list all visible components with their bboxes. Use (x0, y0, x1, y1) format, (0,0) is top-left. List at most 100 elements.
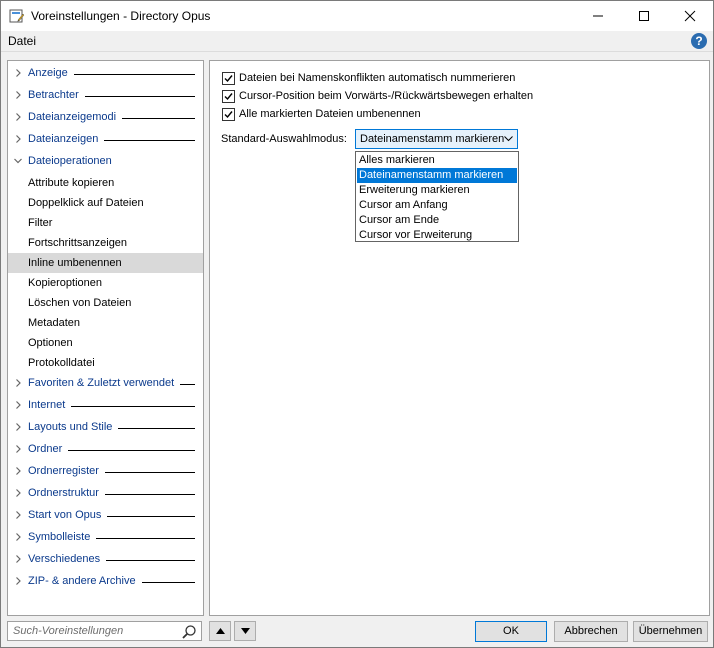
tree-category-label: Start von Opus (28, 509, 108, 521)
checkbox-box[interactable] (222, 71, 235, 85)
tree-item-label: Kopieroptionen (28, 277, 103, 289)
search-icon[interactable] (181, 624, 197, 640)
menu-file[interactable]: Datei (8, 34, 36, 48)
tree-category[interactable]: Betrachter (8, 85, 203, 105)
tree-category[interactable]: Favoriten & Zuletzt verwendet (8, 373, 203, 393)
tree-category[interactable]: Ordnerstruktur (8, 483, 203, 503)
chevron-right-icon[interactable] (14, 576, 22, 586)
tree-item-label: Protokolldatei (28, 357, 95, 369)
chevron-down-icon (504, 136, 513, 142)
move-down-button[interactable] (234, 621, 256, 641)
tree-category-label: Internet (28, 399, 72, 411)
dropdown-option[interactable]: Alles markieren (357, 153, 517, 168)
chevron-right-icon[interactable] (14, 378, 22, 388)
checkbox-box[interactable] (222, 107, 235, 121)
chevron-right-icon[interactable] (14, 444, 22, 454)
checkbox-keep-cursor[interactable]: Cursor-Position beim Vorwärts-/Rückwärts… (222, 88, 533, 104)
dropdown-option[interactable]: Erweiterung markieren (357, 183, 517, 198)
checkmark-icon (224, 74, 233, 82)
search-input[interactable]: Such-Voreinstellungen (7, 621, 202, 641)
tree-category-label: Dateioperationen (28, 155, 118, 167)
ok-button[interactable]: OK (475, 621, 547, 642)
chevron-right-icon[interactable] (14, 510, 22, 520)
tree-category[interactable]: Dateianzeigemodi (8, 107, 203, 127)
chevron-right-icon[interactable] (14, 466, 22, 476)
tree-item-selected[interactable]: Inline umbenennen (8, 253, 203, 273)
tree-category[interactable]: Layouts und Stile (8, 417, 203, 437)
apply-button[interactable]: Übernehmen (633, 621, 708, 642)
preferences-window: Voreinstellungen - Directory Opus Datei … (0, 0, 714, 648)
tree-item-label: Löschen von Dateien (28, 297, 132, 309)
tree-category[interactable]: ZIP- & andere Archive (8, 571, 203, 591)
settings-panel: Dateien bei Namenskonflikten automatisch… (209, 60, 710, 616)
tree-category[interactable]: Dateioperationen (8, 151, 203, 171)
minimize-icon (593, 15, 603, 17)
tree-category-label: Layouts und Stile (28, 421, 119, 433)
chevron-right-icon[interactable] (14, 68, 22, 78)
maximize-icon (639, 11, 649, 21)
tree-item[interactable]: Protokolldatei (8, 353, 203, 373)
move-up-button[interactable] (209, 621, 231, 641)
help-icon[interactable]: ? (691, 33, 707, 49)
dropdown-option[interactable]: Dateinamenstamm markieren (357, 168, 517, 183)
dropdown-option[interactable]: Cursor vor Erweiterung (357, 228, 517, 243)
chevron-right-icon[interactable] (14, 422, 22, 432)
minimize-button[interactable] (575, 1, 621, 31)
tree-category-label: Betrachter (28, 89, 85, 101)
chevron-down-icon[interactable] (14, 156, 22, 166)
dropdown-option[interactable]: Cursor am Anfang (357, 198, 517, 213)
cancel-button[interactable]: Abbrechen (554, 621, 628, 642)
close-icon (684, 10, 696, 22)
window-title: Voreinstellungen - Directory Opus (31, 9, 211, 23)
tree-category-label: Dateianzeigemodi (28, 111, 123, 123)
tree-item-label: Filter (28, 217, 53, 229)
tree-item[interactable]: Löschen von Dateien (8, 293, 203, 313)
dropdown-option[interactable]: Cursor am Ende (357, 213, 517, 228)
close-button[interactable] (667, 1, 713, 31)
checkbox-auto-number[interactable]: Dateien bei Namenskonflikten automatisch… (222, 70, 515, 86)
tree-item[interactable]: Doppelklick auf Dateien (8, 193, 203, 213)
tree-category[interactable]: Symbolleiste (8, 527, 203, 547)
tree-item[interactable]: Attribute kopieren (8, 173, 203, 193)
tree-item-label: Doppelklick auf Dateien (28, 197, 144, 209)
tree-category-label: Symbolleiste (28, 531, 97, 543)
preferences-tree[interactable]: Anzeige Betrachter Dateianzeigemodi Dateian… (7, 60, 204, 616)
tree-item[interactable]: Optionen (8, 333, 203, 353)
checkbox-box[interactable] (222, 89, 235, 103)
chevron-right-icon[interactable] (14, 532, 22, 542)
tree-item-label: Fortschrittsanzeigen (28, 237, 128, 249)
tree-item[interactable]: Filter (8, 213, 203, 233)
selection-mode-label: Standard-Auswahlmodus: (221, 133, 347, 145)
tree-item-label: Optionen (28, 337, 73, 349)
tree-category[interactable]: Internet (8, 395, 203, 415)
chevron-right-icon[interactable] (14, 112, 22, 122)
tree-item[interactable]: Kopieroptionen (8, 273, 203, 293)
chevron-right-icon[interactable] (14, 400, 22, 410)
tree-category-label: Ordnerregister (28, 465, 105, 477)
checkmark-icon (224, 92, 233, 100)
chevron-right-icon[interactable] (14, 488, 22, 498)
tree-category-label: ZIP- & andere Archive (28, 575, 142, 587)
tree-category[interactable]: Dateianzeigen (8, 129, 203, 149)
tree-category[interactable]: Verschiedenes (8, 549, 203, 569)
maximize-button[interactable] (621, 1, 667, 31)
checkbox-label: Dateien bei Namenskonflikten automatisch… (239, 72, 516, 84)
tree-category[interactable]: Anzeige (8, 63, 203, 83)
tree-category[interactable]: Ordner (8, 439, 203, 459)
chevron-right-icon[interactable] (14, 90, 22, 100)
tree-item[interactable]: Metadaten (8, 313, 203, 333)
search-placeholder: Such-Voreinstellungen (13, 625, 124, 637)
selection-mode-select[interactable]: Dateinamenstamm markieren (355, 129, 518, 149)
tree-category-label: Anzeige (28, 67, 74, 79)
tree-item-label: Inline umbenennen (28, 257, 122, 269)
tree-category[interactable]: Ordnerregister (8, 461, 203, 481)
tree-category[interactable]: Start von Opus (8, 505, 203, 525)
chevron-right-icon[interactable] (14, 554, 22, 564)
chevron-right-icon[interactable] (14, 134, 22, 144)
tree-category-label: Dateianzeigen (28, 133, 105, 145)
selection-mode-value: Dateinamenstamm markieren (360, 133, 505, 145)
checkmark-icon (224, 110, 233, 118)
tree-item[interactable]: Fortschrittsanzeigen (8, 233, 203, 253)
tree-category-label: Verschiedenes (28, 553, 107, 565)
checkbox-rename-all[interactable]: Alle markierten Dateien umbenennen (222, 106, 421, 122)
